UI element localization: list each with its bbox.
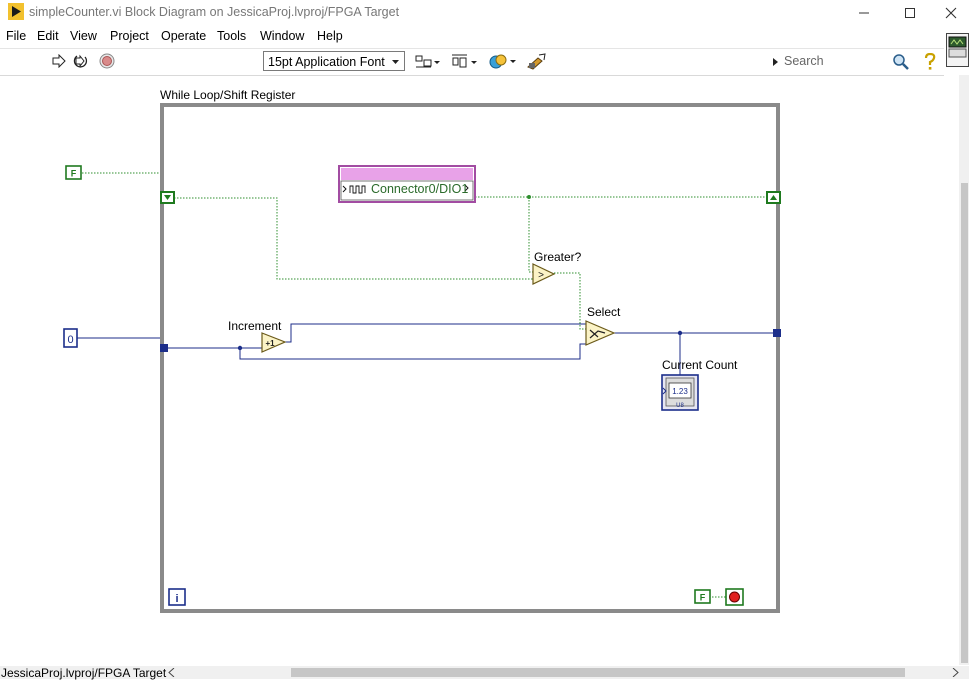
boolean-junction xyxy=(527,195,531,199)
search-icon[interactable] xyxy=(892,53,910,71)
font-select[interactable]: 15pt Application Font xyxy=(263,51,405,71)
indicator-type: U8 xyxy=(676,403,684,409)
zero-constant-value: 0 xyxy=(67,334,73,346)
run-arrow-icon[interactable] xyxy=(52,54,66,68)
font-select-value: 15pt Application Font xyxy=(268,55,385,69)
maximize-icon xyxy=(905,8,915,18)
select-label: Select xyxy=(587,305,621,319)
false-constant-label: F xyxy=(71,169,77,179)
vi-icon[interactable] xyxy=(946,33,969,67)
scroll-left-icon[interactable] xyxy=(168,668,175,677)
horizontal-scroll-thumb[interactable] xyxy=(291,668,905,677)
window-title: simpleCounter.vi Block Diagram on Jessic… xyxy=(29,5,400,19)
run-continuously-icon[interactable] xyxy=(73,53,89,69)
help-icon[interactable] xyxy=(923,53,937,71)
abort-icon[interactable] xyxy=(99,53,115,69)
numeric-junction xyxy=(237,345,243,351)
scroll-right-icon[interactable] xyxy=(952,668,959,677)
increment-symbol: +1 xyxy=(265,339,275,348)
increment-label: Increment xyxy=(228,319,282,333)
stop-if-true-icon xyxy=(729,591,740,603)
reorder-icon[interactable] xyxy=(489,52,517,71)
maximize-button[interactable] xyxy=(887,0,933,26)
indicator-value: 1.23 xyxy=(672,387,688,396)
cleanup-diagram-icon[interactable] xyxy=(526,52,548,71)
menu-help[interactable]: Help xyxy=(317,29,343,43)
toolbar: 15pt Application Font Search xyxy=(0,48,944,76)
select-function[interactable] xyxy=(585,320,616,346)
close-button[interactable] xyxy=(933,0,969,26)
chevron-down-icon xyxy=(392,60,399,64)
menu-bar: File Edit View Project Operate Tools Win… xyxy=(0,27,969,47)
menu-file[interactable]: File xyxy=(6,29,26,43)
stop-constant-label: F xyxy=(700,593,706,603)
while-loop-label: While Loop/Shift Register xyxy=(160,88,296,102)
close-icon xyxy=(945,7,957,19)
iteration-terminal-label: i xyxy=(175,593,178,605)
menu-window[interactable]: Window xyxy=(260,29,304,43)
current-count-label: Current Count xyxy=(662,358,738,372)
shift-register-left-numeric[interactable] xyxy=(160,344,168,352)
minimize-icon xyxy=(859,12,869,14)
vertical-scrollbar[interactable] xyxy=(959,75,969,665)
greater-label: Greater? xyxy=(534,250,582,264)
menu-view[interactable]: View xyxy=(70,29,97,43)
io-node-header xyxy=(341,168,473,180)
menu-project[interactable]: Project xyxy=(110,29,149,43)
menu-operate[interactable]: Operate xyxy=(161,29,206,43)
vertical-scroll-thumb[interactable] xyxy=(961,183,968,663)
shift-register-right-numeric[interactable] xyxy=(773,329,781,337)
search-expander-icon[interactable] xyxy=(773,58,779,66)
minimize-button[interactable] xyxy=(841,0,887,26)
block-diagram-canvas[interactable]: F 0 > +1 1.23 U8 i F xyxy=(0,75,958,666)
labview-app-icon xyxy=(8,3,24,20)
align-objects-icon[interactable] xyxy=(415,53,441,70)
numeric-junction xyxy=(677,330,683,336)
title-bar: simpleCounter.vi Block Diagram on Jessic… xyxy=(0,0,969,26)
menu-tools[interactable]: Tools xyxy=(217,29,246,43)
status-target: JessicaProj.lvproj/FPGA Target xyxy=(1,666,167,680)
menu-edit[interactable]: Edit xyxy=(37,29,59,43)
greater-symbol: > xyxy=(538,270,544,281)
distribute-objects-icon[interactable] xyxy=(451,53,478,70)
io-node-channel: Connector0/DIO1 xyxy=(371,182,469,196)
